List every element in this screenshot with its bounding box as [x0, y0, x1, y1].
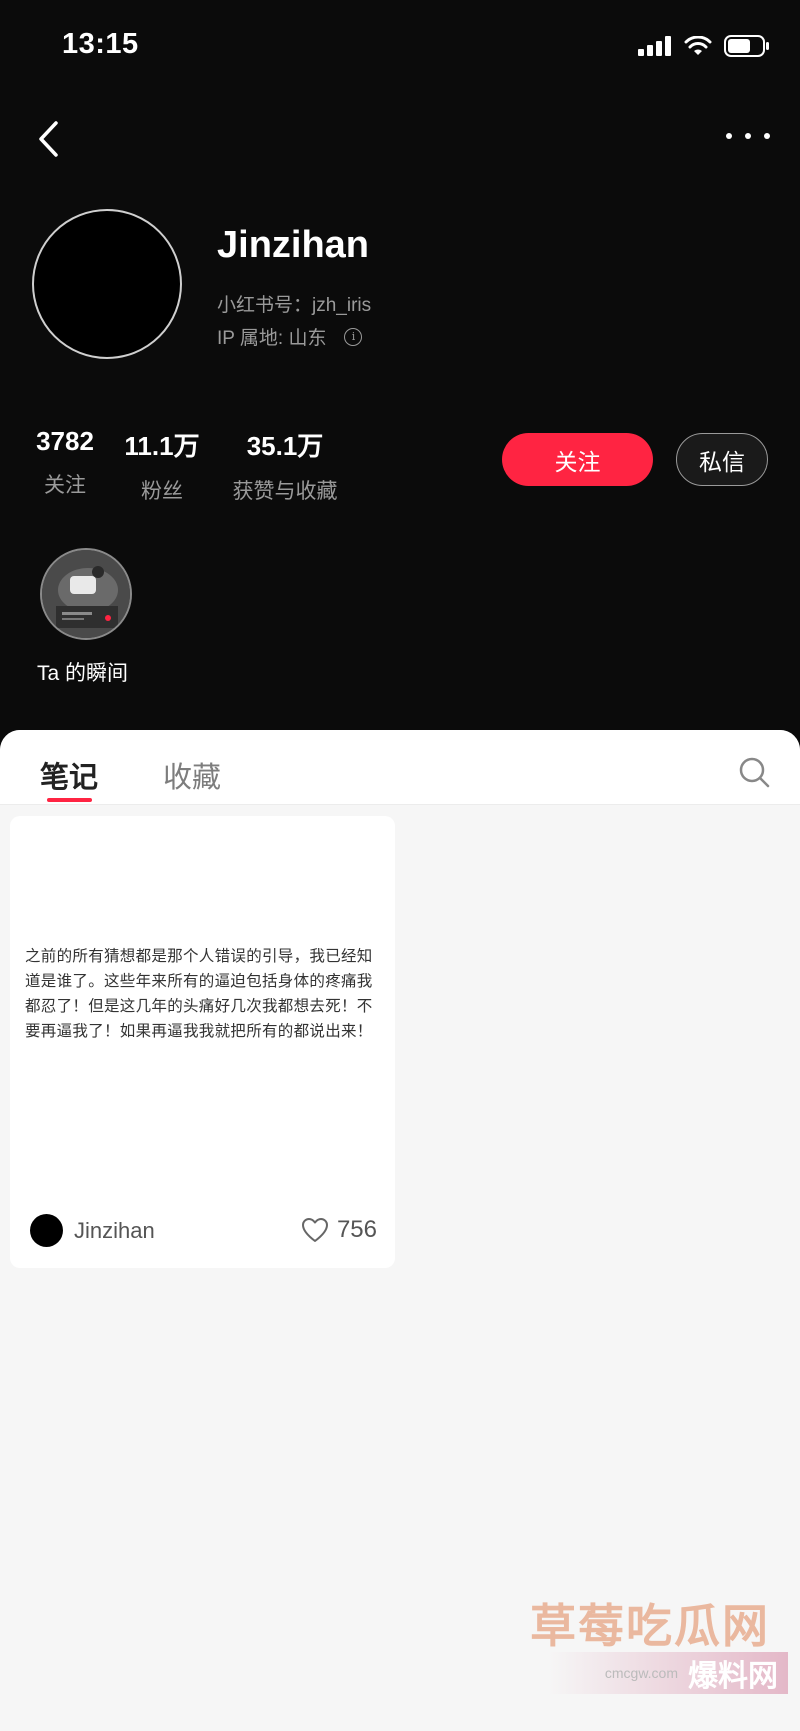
profile-ip: IP 属地: 山东 i [217, 323, 363, 350]
stat-fans-label: 粉丝 [141, 480, 183, 503]
stat-following-value: 3782 [36, 426, 94, 456]
stat-fans[interactable]: 11.1万 粉丝 [117, 426, 207, 505]
message-button[interactable]: 私信 [676, 433, 768, 486]
tab-notes[interactable]: 笔记 [40, 754, 98, 796]
watermark-sub-text: 爆料网 [688, 1660, 778, 1693]
note-text: 之前的所有猜想都是那个人错误的引导，我已经知道是谁了。这些年来所有的逼迫包括身体… [25, 948, 373, 1040]
stat-following-label: 关注 [44, 474, 86, 497]
more-icon[interactable] [726, 126, 770, 146]
avatar[interactable] [32, 209, 182, 359]
moment-label: Ta 的瞬间 [37, 662, 129, 685]
watermark-logo: 草莓吃瓜网 [530, 1600, 770, 1652]
back-icon [39, 121, 58, 157]
card-author-name[interactable]: Jinzihan [74, 1218, 155, 1244]
watermark-url: cmcgw.com [604, 1665, 678, 1681]
watermark-banner: cmcgw.com 爆料网 [548, 1652, 788, 1694]
search-icon [739, 757, 770, 788]
card-author-avatar[interactable] [30, 1214, 63, 1247]
profile-redid: 小红书号：jzh_iris [217, 295, 372, 316]
tab-bar: 笔记 收藏 [0, 730, 800, 805]
back-button[interactable] [28, 114, 68, 164]
like-button[interactable]: 756 [301, 1216, 377, 1244]
profile-ip-text: IP 属地: 山东 [217, 328, 327, 349]
moment-image [42, 550, 130, 638]
stat-likes-label: 获赞与收藏 [232, 480, 338, 503]
wifi-icon [684, 36, 712, 55]
profile-name: Jinzihan [217, 224, 370, 266]
stat-likes-collects[interactable]: 35.1万 获赞与收藏 [220, 426, 350, 505]
active-tab-indicator [47, 798, 92, 802]
moment-thumbnail[interactable] [40, 548, 132, 640]
like-count: 756 [336, 1216, 377, 1243]
battery-icon [724, 35, 769, 57]
note-card[interactable]: 之前的所有猜想都是那个人错误的引导，我已经知道是谁了。这些年来所有的逼迫包括身体… [10, 816, 395, 1268]
heart-icon [301, 1218, 328, 1242]
stat-following[interactable]: 3782 关注 [30, 426, 100, 499]
info-icon[interactable]: i [344, 327, 363, 346]
status-icons [638, 32, 770, 60]
content-sheet: 笔记 收藏 之前的所有猜想都是那个人错误的引导，我已经知道是谁了。这些年来所有的… [0, 730, 800, 1731]
tab-collections[interactable]: 收藏 [163, 754, 221, 796]
follow-button[interactable]: 关注 [502, 433, 653, 486]
stat-likes-value: 35.1万 [246, 431, 324, 461]
signal-icon [638, 36, 671, 56]
stat-fans-value: 11.1万 [124, 431, 200, 461]
status-time: 13:15 [62, 28, 139, 60]
search-button[interactable] [738, 756, 770, 788]
